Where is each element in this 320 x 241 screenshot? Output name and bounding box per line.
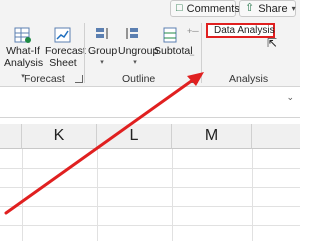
share-icon: ⇧ (245, 2, 255, 14)
gridline (172, 149, 173, 241)
chevron-down-icon: ▾ (100, 59, 104, 66)
gridline (252, 149, 253, 241)
formula-bar[interactable]: ⌄ (0, 87, 300, 118)
analysis-group-label: Analysis (229, 73, 269, 85)
cursor-icon: ⇱ (266, 36, 278, 50)
forecast-label-2: Sheet (49, 57, 77, 69)
group-separator (84, 23, 85, 83)
what-if-label-1: What-If (6, 45, 40, 57)
group-icon (96, 28, 108, 39)
ungroup-label: Ungroup (118, 45, 159, 57)
gridline (22, 149, 23, 241)
data-analysis-button[interactable]: Data Analysis (206, 23, 275, 38)
forecast-launcher-icon[interactable] (75, 75, 83, 83)
ungroup-button[interactable]: Ungroup ▾ (118, 25, 159, 69)
worksheet-grid[interactable]: K L M (0, 118, 300, 241)
expand-formula-bar-icon[interactable]: ⌄ (286, 92, 294, 103)
data-analysis-label: Data Analysis (214, 25, 275, 36)
column-header-m[interactable]: M (172, 124, 252, 149)
what-if-analysis-icon (14, 27, 31, 43)
outline-launcher-icon[interactable] (190, 75, 198, 83)
gridline (0, 225, 300, 226)
subtotal-icon (163, 27, 177, 43)
column-header-k[interactable]: K (22, 124, 97, 149)
group-separator (201, 23, 202, 83)
forecast-sheet-button[interactable]: Forecast Sheet (45, 25, 86, 69)
comment-icon: □ (176, 2, 183, 14)
column-header-partial[interactable] (0, 124, 22, 149)
gridline (97, 149, 98, 241)
subtotal-label: Subtotal (154, 45, 193, 57)
comments-label: Comments (186, 2, 240, 15)
forecast-sheet-icon (54, 27, 71, 43)
forecast-group-label: Forecast (24, 73, 65, 85)
ungroup-icon (126, 28, 138, 39)
share-button[interactable]: ⇧ Share ▾ (239, 0, 296, 17)
column-header-l[interactable]: L (97, 124, 172, 149)
forecast-label-1: Forecast (45, 45, 86, 57)
gridline (0, 206, 300, 207)
group-button[interactable]: Group ▾ (88, 25, 118, 69)
gridline (0, 187, 300, 188)
group-label: Group (88, 45, 118, 57)
share-label: Share (258, 2, 288, 15)
chevron-down-icon: ▾ (291, 4, 296, 13)
outline-group-label: Outline (122, 73, 156, 85)
column-header-next[interactable] (252, 124, 300, 149)
comments-button[interactable]: □ Comments (170, 0, 240, 17)
chevron-down-icon: ▾ (133, 59, 137, 66)
subtotal-button[interactable]: Subtotal (154, 25, 193, 57)
ribbon-top-bar: □ Comments ⇧ Share ▾ (0, 0, 300, 19)
hide-detail-icon[interactable]: − (187, 49, 197, 61)
gridline (0, 168, 300, 169)
show-detail-icon[interactable]: +─ (187, 25, 199, 37)
